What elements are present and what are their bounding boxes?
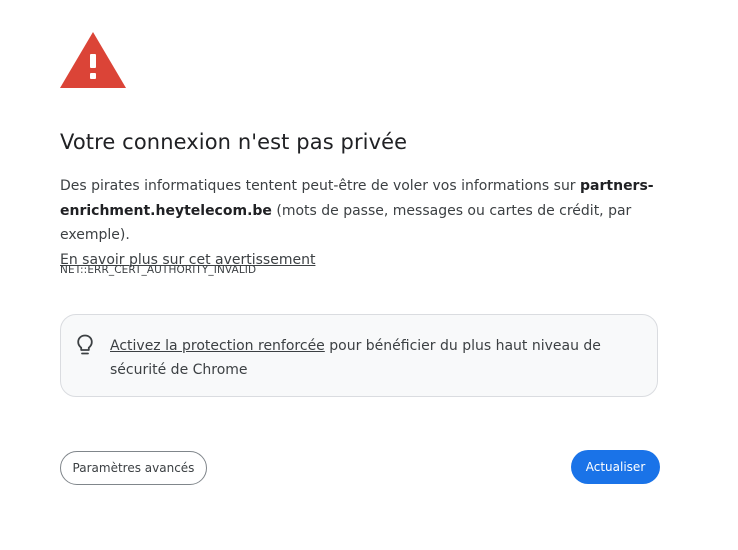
promo-text: Activez la protection renforcée pour bén… [110,334,640,382]
error-description: Des pirates informatiques tentent peut-ê… [60,174,660,272]
enhanced-protection-promo: Activez la protection renforcée pour bén… [60,314,658,397]
error-code[interactable]: NET::ERR_CERT_AUTHORITY_INVALID [60,264,256,276]
reload-button[interactable]: Actualiser [571,450,660,484]
page-title: Votre connexion n'est pas privée [60,130,408,154]
advanced-button[interactable]: Paramètres avancés [60,451,207,485]
enable-enhanced-protection-link[interactable]: Activez la protection renforcée [110,338,325,354]
lightbulb-icon [77,334,93,355]
message-text: Des pirates informatiques tentent peut-ê… [60,178,581,194]
warning-triangle-icon [60,32,126,88]
interstitial-page: Votre connexion n'est pas privée Des pir… [0,0,738,550]
